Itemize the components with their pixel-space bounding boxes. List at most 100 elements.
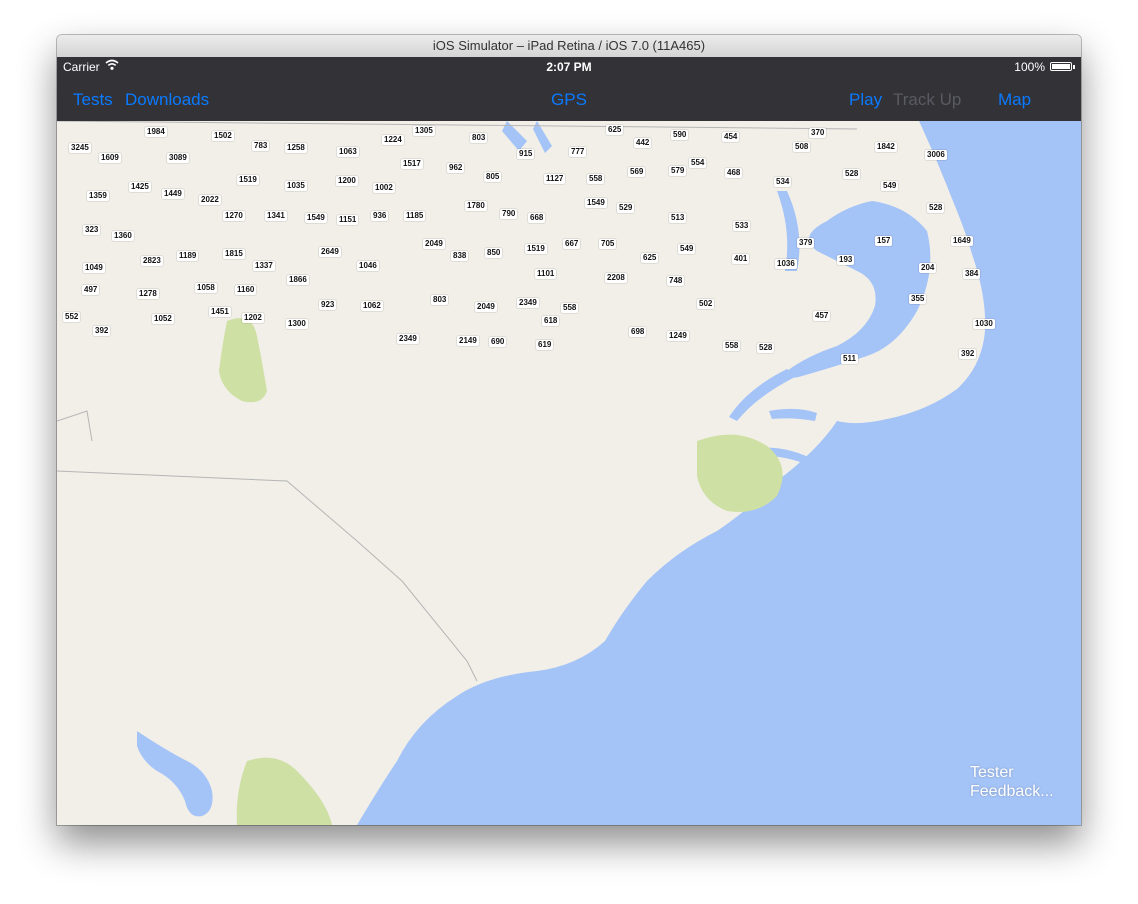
gps-point-label[interactable]: 803: [431, 295, 449, 305]
gps-point-label[interactable]: 625: [641, 253, 659, 263]
gps-point-label[interactable]: 923: [319, 300, 337, 310]
gps-point-label[interactable]: 1425: [129, 182, 151, 192]
gps-point-label[interactable]: 803: [470, 133, 488, 143]
gps-point-label[interactable]: 1200: [336, 176, 358, 186]
gps-point-label[interactable]: 379: [797, 238, 815, 248]
gps-point-label[interactable]: 457: [813, 311, 831, 321]
gps-point-label[interactable]: 1517: [401, 159, 423, 169]
gps-point-label[interactable]: 511: [841, 354, 858, 364]
gps-point-label[interactable]: 690: [489, 337, 507, 347]
gps-point-label[interactable]: 1035: [285, 181, 307, 191]
gps-point-label[interactable]: 1305: [413, 126, 435, 136]
gps-point-label[interactable]: 323: [83, 225, 101, 235]
gps-point-label[interactable]: 748: [667, 276, 685, 286]
gps-point-label[interactable]: 204: [919, 263, 937, 273]
gps-point-label[interactable]: 1049: [83, 263, 105, 273]
gps-point-label[interactable]: 1160: [235, 285, 257, 295]
gps-point-label[interactable]: 442: [634, 138, 652, 148]
tester-feedback-button[interactable]: Tester Feedback...: [970, 763, 1054, 801]
gps-point-label[interactable]: 401: [732, 254, 750, 264]
gps-point-label[interactable]: 1502: [212, 131, 234, 141]
gps-point-label[interactable]: 558: [561, 303, 579, 313]
gps-point-label[interactable]: 533: [733, 221, 751, 231]
gps-point-label[interactable]: 1127: [544, 174, 566, 184]
gps-point-label[interactable]: 370: [809, 128, 827, 138]
gps-point-label[interactable]: 1519: [237, 175, 259, 185]
gps-point-label[interactable]: 838: [451, 251, 469, 261]
gps-point-label[interactable]: 3006: [925, 150, 947, 160]
play-button[interactable]: Play: [849, 90, 882, 110]
gps-point-label[interactable]: 915: [517, 149, 535, 159]
gps-point-label[interactable]: 552: [63, 312, 81, 322]
gps-point-label[interactable]: 1609: [99, 153, 121, 163]
gps-point-label[interactable]: 1185: [404, 211, 426, 221]
gps-point-label[interactable]: 1258: [285, 143, 307, 153]
gps-point-label[interactable]: 1984: [145, 127, 167, 137]
gps-point-label[interactable]: 1151: [337, 215, 359, 225]
gps-point-label[interactable]: 355: [909, 294, 927, 304]
gps-point-label[interactable]: 1449: [162, 189, 184, 199]
gps-point-label[interactable]: 1341: [265, 211, 287, 221]
gps-point-label[interactable]: 549: [881, 181, 899, 191]
gps-point-label[interactable]: 529: [617, 203, 635, 213]
gps-point-label[interactable]: 667: [563, 239, 581, 249]
gps-point-label[interactable]: 1002: [373, 183, 395, 193]
gps-point-label[interactable]: 790: [500, 209, 518, 219]
gps-point-label[interactable]: 1063: [337, 147, 359, 157]
gps-point-label[interactable]: 2049: [423, 239, 445, 249]
gps-point-label[interactable]: 508: [793, 142, 811, 152]
gps-point-label[interactable]: 1519: [525, 244, 547, 254]
gps-point-label[interactable]: 502: [697, 299, 715, 309]
gps-point-label[interactable]: 1780: [465, 201, 487, 211]
map-view[interactable]: 3245 1609 3089 1984 1502 783 1258 1063 1224 1305 8…: [57, 121, 1081, 825]
gps-point-label[interactable]: 1052: [152, 314, 174, 324]
gps-point-label[interactable]: 392: [959, 349, 977, 359]
gps-point-label[interactable]: 590: [671, 130, 689, 140]
gps-point-label[interactable]: 1300: [286, 319, 308, 329]
gps-point-label[interactable]: 1842: [875, 142, 897, 152]
gps-point-label[interactable]: 558: [587, 174, 605, 184]
gps-point-label[interactable]: 1036: [775, 259, 797, 269]
gps-point-label[interactable]: 554: [689, 158, 707, 168]
gps-point-label[interactable]: 454: [722, 132, 740, 142]
gps-point-label[interactable]: 384: [963, 269, 981, 279]
gps-point-label[interactable]: 392: [93, 326, 111, 336]
gps-point-label[interactable]: 558: [723, 341, 741, 351]
gps-point-label[interactable]: 783: [252, 141, 270, 151]
gps-point-label[interactable]: 569: [628, 167, 646, 177]
gps-point-label[interactable]: 1202: [242, 313, 264, 323]
gps-point-label[interactable]: 2349: [517, 298, 539, 308]
gps-point-label[interactable]: 2049: [475, 302, 497, 312]
gps-point-label[interactable]: 1549: [585, 198, 607, 208]
gps-point-label[interactable]: 936: [371, 211, 389, 221]
gps-point-label[interactable]: 1030: [973, 319, 995, 329]
gps-point-label[interactable]: 625: [606, 125, 624, 135]
gps-point-label[interactable]: 2349: [397, 334, 419, 344]
gps-point-label[interactable]: 1549: [305, 213, 327, 223]
gps-point-label[interactable]: 579: [669, 166, 687, 176]
gps-point-label[interactable]: 1337: [253, 261, 275, 271]
gps-point-label[interactable]: 2208: [605, 273, 627, 283]
gps-point-label[interactable]: 2649: [319, 247, 341, 257]
gps-point-label[interactable]: 962: [447, 163, 465, 173]
gps-point-label[interactable]: 1278: [137, 289, 159, 299]
gps-point-label[interactable]: 497: [82, 285, 100, 295]
gps-point-label[interactable]: 2022: [199, 195, 221, 205]
gps-point-label[interactable]: 1815: [223, 249, 245, 259]
gps-point-label[interactable]: 1062: [361, 301, 383, 311]
gps-point-label[interactable]: 549: [678, 244, 696, 254]
gps-point-label[interactable]: 1359: [87, 191, 109, 201]
gps-point-label[interactable]: 157: [875, 236, 893, 246]
gps-point-label[interactable]: 705: [599, 239, 617, 249]
gps-point-label[interactable]: 850: [485, 248, 503, 258]
gps-point-label[interactable]: 1224: [382, 135, 404, 145]
gps-point-label[interactable]: 1270: [223, 211, 245, 221]
gps-point-label[interactable]: 805: [484, 172, 502, 182]
gps-point-label[interactable]: 1046: [357, 261, 379, 271]
map-button[interactable]: Map: [998, 90, 1031, 110]
gps-point-label[interactable]: 528: [927, 203, 945, 213]
gps-point-label[interactable]: 528: [757, 343, 775, 353]
gps-point-label[interactable]: 513: [669, 213, 687, 223]
gps-point-label[interactable]: 1058: [195, 283, 217, 293]
gps-point-label[interactable]: 193: [837, 255, 855, 265]
